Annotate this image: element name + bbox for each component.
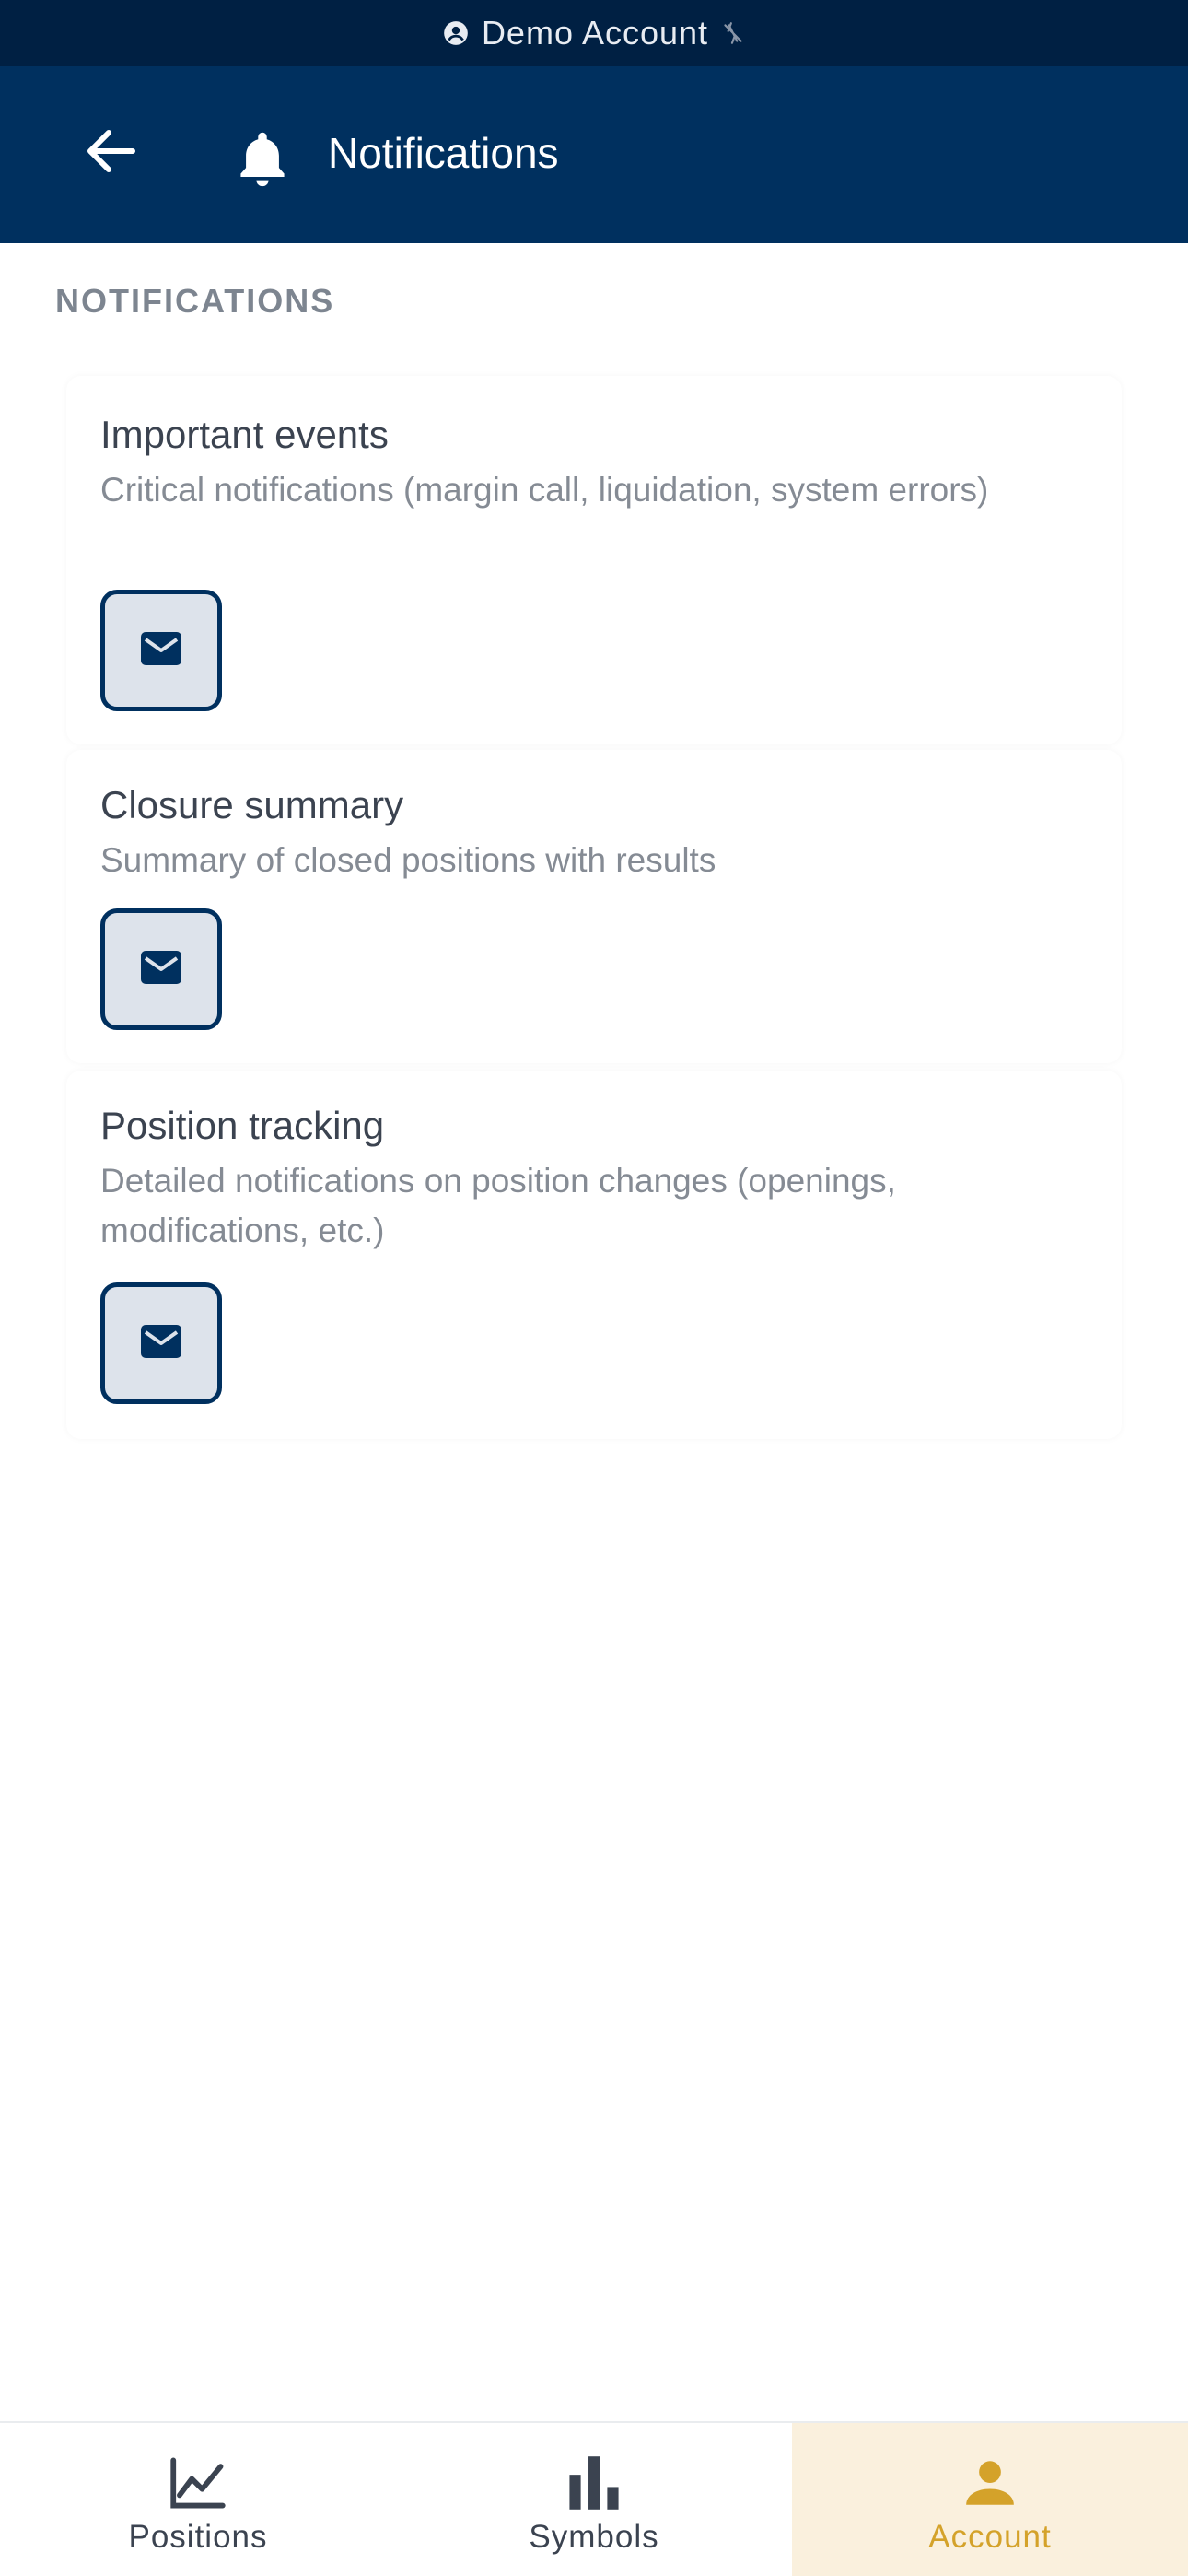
account-circle-icon: [443, 20, 469, 46]
card-description: Critical notifications (margin call, liq…: [100, 471, 989, 509]
arrow-left-icon: [85, 128, 136, 179]
email-channel-toggle[interactable]: [100, 590, 222, 711]
line-chart-icon: [163, 2451, 233, 2515]
email-icon: [139, 1323, 183, 1364]
email-icon: [139, 630, 183, 672]
section-label: NOTIFICATIONS: [55, 282, 335, 320]
nav-item-symbols[interactable]: Symbols: [396, 2423, 792, 2576]
email-channel-toggle[interactable]: [100, 1282, 222, 1404]
notifications-screen: Demo Account Notifications NOTIFICATIONS…: [0, 0, 1188, 2576]
nav-item-account[interactable]: Account: [792, 2423, 1188, 2576]
demo-account-label: Demo Account: [481, 14, 709, 52]
bottom-navigation: Positions Symbols Account: [0, 2421, 1188, 2576]
bell-icon: [232, 125, 293, 192]
nav-label: Account: [928, 2519, 1052, 2555]
demo-account-banner: Demo Account: [0, 0, 1188, 66]
nav-label: Symbols: [529, 2519, 659, 2555]
notification-card-closure-summary: Closure summary Summary of closed positi…: [66, 750, 1122, 1063]
card-description: Detailed notifications on position chang…: [100, 1162, 896, 1249]
link-off-icon: [721, 19, 745, 47]
notification-card-important-events: Important events Critical notifications …: [66, 376, 1122, 744]
back-button[interactable]: [76, 118, 146, 188]
email-channel-toggle[interactable]: [100, 908, 222, 1030]
app-header: Notifications: [0, 66, 1188, 243]
nav-item-positions[interactable]: Positions: [0, 2423, 396, 2576]
card-title: Position tracking: [100, 1104, 385, 1147]
card-title: Important events: [100, 413, 389, 456]
page-title: Notifications: [328, 129, 559, 177]
email-icon: [139, 949, 183, 990]
card-title: Closure summary: [100, 783, 404, 826]
person-icon: [955, 2451, 1025, 2515]
card-description: Summary of closed positions with results: [100, 841, 716, 879]
nav-label: Positions: [128, 2519, 268, 2555]
bar-chart-icon: [559, 2451, 629, 2515]
notification-card-position-tracking: Position tracking Detailed notifications…: [66, 1071, 1122, 1439]
